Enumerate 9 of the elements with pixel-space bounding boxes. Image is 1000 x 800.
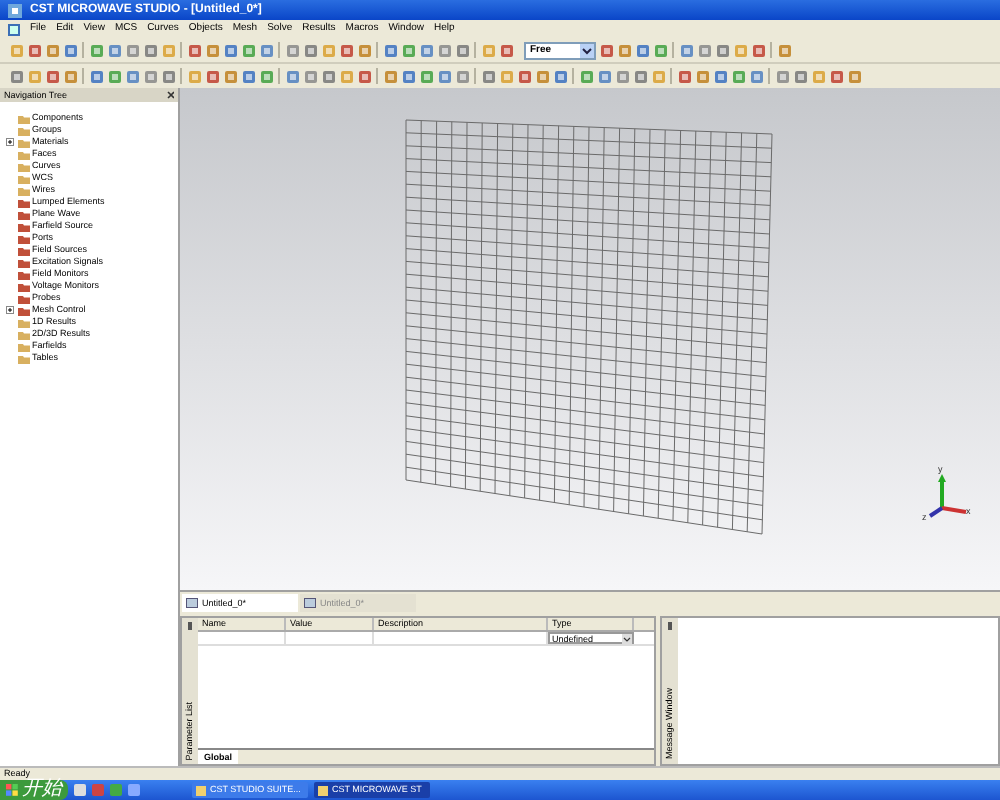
window-icon	[186, 598, 198, 608]
dropdown-arrow-icon	[580, 43, 594, 57]
window-icon	[318, 785, 328, 795]
windows-logo-icon	[6, 784, 18, 796]
app-icon	[8, 3, 22, 17]
window-icon	[196, 785, 206, 795]
start-button[interactable]: 开始	[0, 780, 68, 800]
window-icon	[304, 598, 316, 608]
document-icon	[8, 23, 20, 35]
